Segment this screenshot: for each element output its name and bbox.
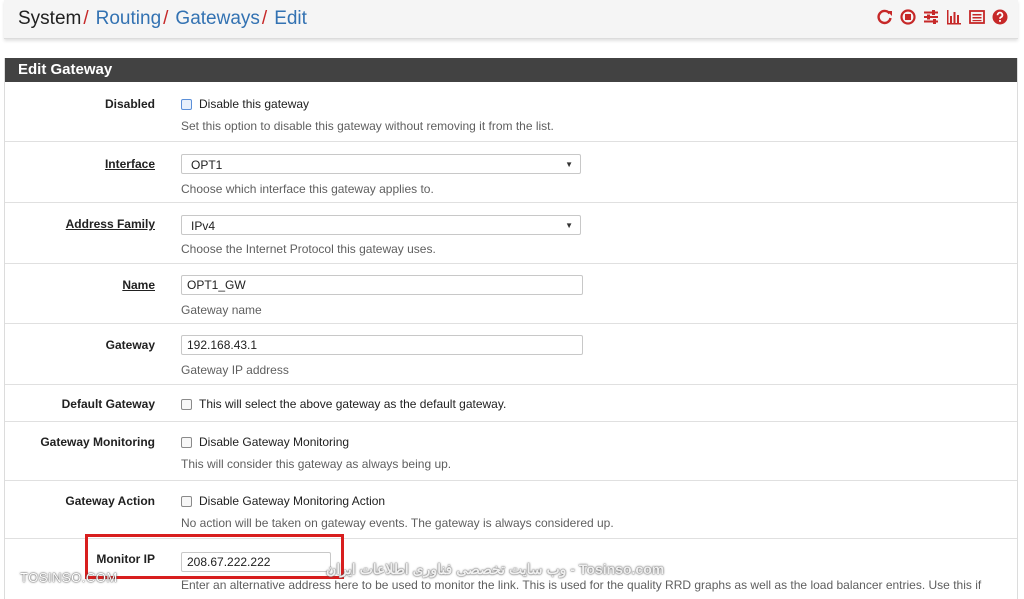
chevron-down-icon: ▼ bbox=[565, 160, 573, 169]
restart-icon[interactable] bbox=[877, 9, 893, 25]
address-family-select[interactable]: IPv4 ▼ bbox=[181, 215, 581, 235]
disabled-label: Disabled bbox=[104, 97, 155, 111]
address-family-label[interactable]: Address Family bbox=[66, 217, 155, 231]
breadcrumb-gateways[interactable]: Gateways bbox=[175, 8, 259, 29]
gateway-monitoring-checkbox-label[interactable]: Disable Gateway Monitoring bbox=[199, 435, 349, 449]
gateway-label: Gateway bbox=[105, 338, 155, 352]
watermark-text: وب سایت تخصصی فناوری اطلاعات ایران - Tos… bbox=[326, 561, 665, 577]
bar-chart-icon[interactable] bbox=[946, 9, 962, 25]
row-address-family: Address Family IPv4 ▼ Choose the Interne… bbox=[5, 203, 1017, 264]
chevron-down-icon: ▼ bbox=[565, 221, 573, 230]
interface-help: Choose which interface this gateway appl… bbox=[181, 182, 434, 196]
disabled-help: Set this option to disable this gateway … bbox=[181, 119, 554, 133]
disable-gateway-checkbox[interactable] bbox=[181, 99, 192, 110]
default-gateway-label: Default Gateway bbox=[61, 397, 155, 411]
panel-title: Edit Gateway bbox=[5, 58, 1017, 82]
address-family-select-value: IPv4 bbox=[191, 219, 216, 233]
breadcrumb-separator: / bbox=[163, 8, 169, 29]
row-gateway-monitoring: Gateway Monitoring Disable Gateway Monit… bbox=[5, 422, 1017, 481]
gateway-monitoring-checkbox[interactable] bbox=[181, 437, 192, 448]
monitor-ip-input[interactable] bbox=[181, 552, 331, 572]
row-disabled: Disabled Disable this gateway Set this o… bbox=[5, 82, 1017, 142]
name-label[interactable]: Name bbox=[122, 278, 155, 292]
row-gateway: Gateway Gateway IP address bbox=[5, 324, 1017, 385]
breadcrumb-routing[interactable]: Routing bbox=[96, 8, 162, 29]
gateway-ip-input[interactable] bbox=[181, 335, 583, 355]
gateway-monitoring-label: Gateway Monitoring bbox=[40, 435, 155, 449]
gateway-help: Gateway IP address bbox=[181, 363, 289, 377]
breadcrumb-separator: / bbox=[83, 8, 89, 29]
gateway-monitoring-help: This will consider this gateway as alway… bbox=[181, 457, 452, 471]
breadcrumb: System / Routing / Gateways / Edit bbox=[18, 7, 307, 31]
default-gateway-checkbox-label[interactable]: This will select the above gateway as th… bbox=[199, 397, 506, 411]
breadcrumb-edit[interactable]: Edit bbox=[274, 8, 307, 29]
address-family-help: Choose the Internet Protocol this gatewa… bbox=[181, 242, 436, 256]
gateway-action-checkbox[interactable] bbox=[181, 496, 192, 507]
toolbar-icons bbox=[877, 9, 1008, 25]
settings-sliders-icon[interactable] bbox=[923, 9, 939, 25]
row-name: Name Gateway name bbox=[5, 264, 1017, 324]
gateway-action-help: No action will be taken on gateway event… bbox=[181, 516, 614, 530]
top-bar: System / Routing / Gateways / Edit bbox=[4, 0, 1018, 39]
help-icon[interactable] bbox=[992, 9, 1008, 25]
breadcrumb-system: System bbox=[18, 8, 82, 29]
breadcrumb-separator: / bbox=[261, 8, 268, 29]
gateway-action-checkbox-label[interactable]: Disable Gateway Monitoring Action bbox=[199, 494, 385, 508]
watermark-logo: TOSINSO.COM bbox=[20, 570, 118, 585]
monitor-ip-help: Enter an alternative address here to be … bbox=[181, 578, 982, 592]
gateway-action-label: Gateway Action bbox=[65, 494, 155, 508]
edit-gateway-panel: Edit Gateway Disabled Disable this gatew… bbox=[4, 58, 1018, 599]
interface-select[interactable]: OPT1 ▼ bbox=[181, 154, 581, 174]
name-help: Gateway name bbox=[181, 303, 262, 317]
name-input[interactable] bbox=[181, 275, 583, 295]
interface-label[interactable]: Interface bbox=[105, 157, 155, 171]
row-default-gateway: Default Gateway This will select the abo… bbox=[5, 385, 1017, 422]
interface-select-value: OPT1 bbox=[191, 158, 223, 172]
default-gateway-checkbox[interactable] bbox=[181, 399, 192, 410]
row-gateway-action: Gateway Action Disable Gateway Monitorin… bbox=[5, 481, 1017, 539]
disable-gateway-checkbox-label[interactable]: Disable this gateway bbox=[199, 97, 309, 111]
log-list-icon[interactable] bbox=[969, 9, 985, 25]
row-interface: Interface OPT1 ▼ Choose which interface … bbox=[5, 142, 1017, 203]
stop-icon[interactable] bbox=[900, 9, 916, 25]
monitor-ip-label: Monitor IP bbox=[96, 552, 155, 566]
